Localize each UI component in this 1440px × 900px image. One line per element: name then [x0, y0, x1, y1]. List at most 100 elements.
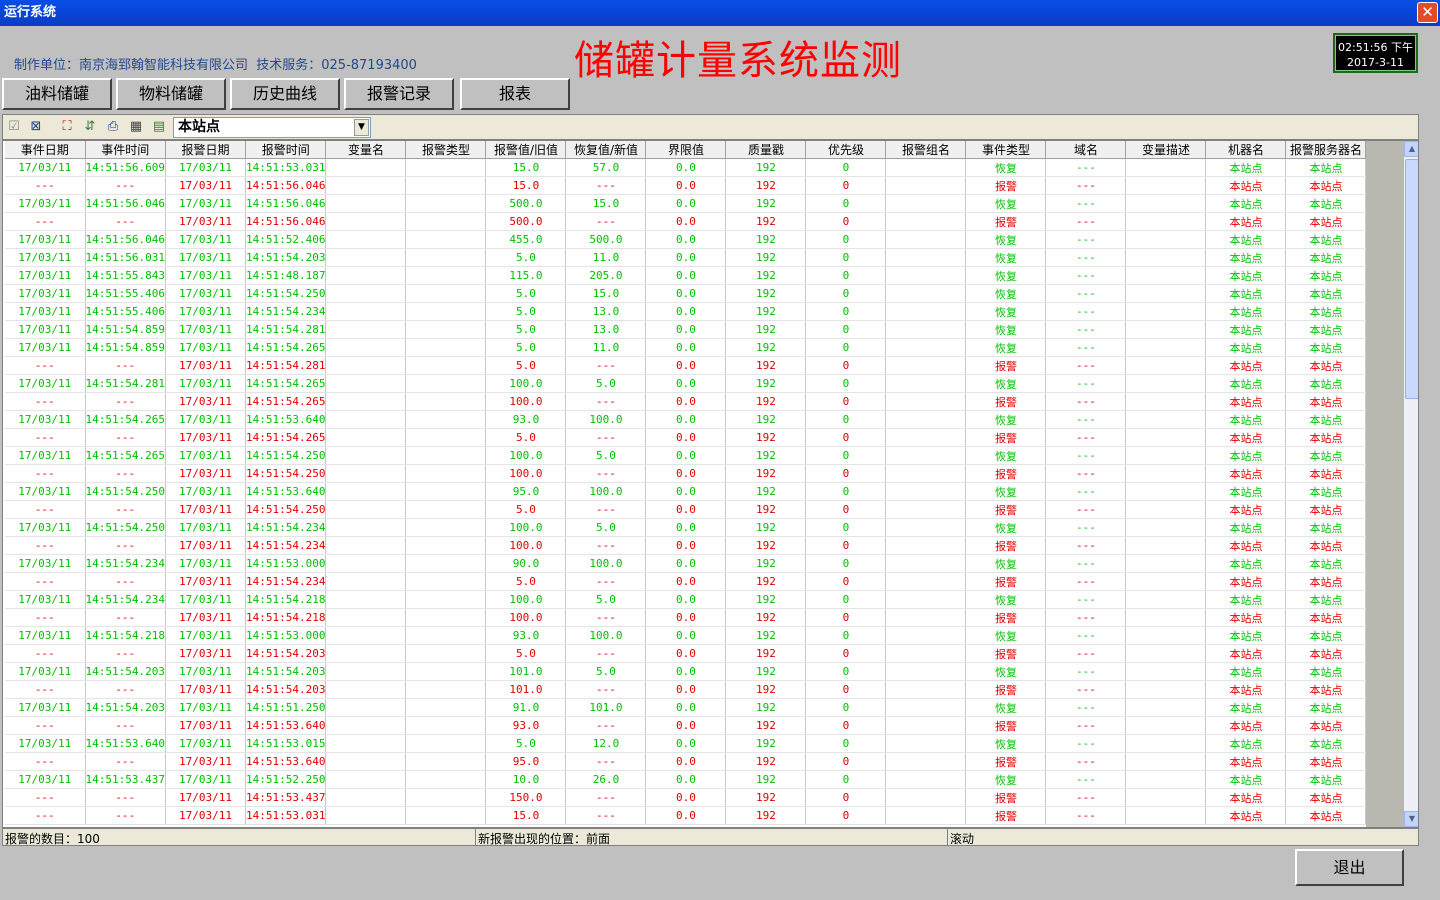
table-row[interactable]: 17/03/11 14:51:54.203 17/03/11 14:51:54.203…	[5, 662, 1367, 681]
column-header[interactable]: 质量戳	[725, 141, 807, 159]
table-cell	[325, 554, 407, 573]
table-cell: 0	[805, 212, 887, 231]
table-cell	[1125, 608, 1207, 627]
tab-history-curve[interactable]: 历史曲线	[230, 78, 340, 110]
table-row[interactable]: --- --- 17/03/11 14:51:54.265 100.0 --- 0.0 192…	[5, 392, 1367, 411]
column-header[interactable]: 变量描述	[1125, 141, 1207, 159]
table-row[interactable]: --- --- 17/03/11 14:51:54.234 100.0 --- 0.0 192…	[5, 536, 1367, 555]
table-row[interactable]: 17/03/11 14:51:54.250 17/03/11 14:51:53.640…	[5, 482, 1367, 501]
filter-icon[interactable]: ⛶	[59, 119, 75, 135]
table-row[interactable]: --- --- 17/03/11 14:51:54.203 101.0 --- 0.0 192…	[5, 680, 1367, 699]
table-cell: 0	[805, 518, 887, 537]
table-cell: 192	[725, 806, 807, 825]
table-row[interactable]: --- --- 17/03/11 14:51:54.218 100.0 --- 0.0 192…	[5, 608, 1367, 627]
tab-alarm-records[interactable]: 报警记录	[344, 78, 454, 110]
table-row[interactable]: 17/03/11 14:51:56.046 17/03/11 14:51:52.406…	[5, 230, 1367, 249]
scroll-up-icon[interactable]: ▲	[1404, 141, 1418, 157]
table-row[interactable]: 17/03/11 14:51:54.234 17/03/11 14:51:54.218…	[5, 590, 1367, 609]
table-row[interactable]: 17/03/11 14:51:54.859 17/03/11 14:51:54.265…	[5, 338, 1367, 357]
table-cell: 192	[725, 230, 807, 249]
table-row[interactable]: 17/03/11 14:51:55.843 17/03/11 14:51:48.187…	[5, 266, 1367, 285]
table-row[interactable]: 17/03/11 14:51:55.406 17/03/11 14:51:54.250…	[5, 284, 1367, 303]
table-cell: 100.0	[485, 392, 567, 411]
table-row[interactable]: 17/03/11 14:51:54.859 17/03/11 14:51:54.281…	[5, 320, 1367, 339]
station-select[interactable]: 本站点 ▼	[173, 117, 371, 138]
table-row[interactable]: 17/03/11 14:51:54.203 17/03/11 14:51:51.250…	[5, 698, 1367, 717]
table-row[interactable]: 17/03/11 14:51:54.265 17/03/11 14:51:53.640…	[5, 410, 1367, 429]
table-cell: 192	[725, 284, 807, 303]
exit-button[interactable]: 退出	[1295, 849, 1404, 886]
table-row[interactable]: --- --- 17/03/11 14:51:54.281 5.0 --- 0.0 192 0 报…	[5, 356, 1367, 375]
column-header[interactable]: 报警服务器名	[1285, 141, 1367, 159]
dropdown-arrow-icon[interactable]: ▼	[354, 119, 369, 136]
column-header[interactable]: 事件类型	[965, 141, 1047, 159]
table-cell: 17/03/11	[165, 392, 246, 411]
table-row[interactable]: --- --- 17/03/11 14:51:54.265 5.0 --- 0.0 192 0 报…	[5, 428, 1367, 447]
table-row[interactable]: 17/03/11 14:51:53.640 17/03/11 14:51:53.015…	[5, 734, 1367, 753]
column-header[interactable]: 报警值/旧值	[485, 141, 567, 159]
table-row[interactable]: --- --- 17/03/11 14:51:54.203 5.0 --- 0.0 192 0 报…	[5, 644, 1367, 663]
table-row[interactable]: 17/03/11 14:51:54.281 17/03/11 14:51:54.265…	[5, 374, 1367, 393]
column-header[interactable]: 事件时间	[85, 141, 166, 159]
column-header[interactable]: 变量名	[325, 141, 407, 159]
table-row[interactable]: --- --- 17/03/11 14:51:53.437 150.0 --- 0.0 192…	[5, 788, 1367, 807]
table-row[interactable]: 17/03/11 14:51:54.234 17/03/11 14:51:53.000…	[5, 554, 1367, 573]
table-cell: 17/03/11	[165, 734, 246, 753]
column-header[interactable]: 优先级	[805, 141, 887, 159]
tab-reports[interactable]: 报表	[460, 78, 570, 110]
close-button[interactable]: ✕	[1417, 2, 1438, 23]
column-header[interactable]: 报警日期	[165, 141, 246, 159]
table-row[interactable]: 17/03/11 14:51:54.265 17/03/11 14:51:54.250…	[5, 446, 1367, 465]
table-cell: 192	[725, 248, 807, 267]
scroll-thumb[interactable]	[1405, 159, 1418, 399]
column-header[interactable]: 恢复值/新值	[565, 141, 647, 159]
table-cell: 本站点	[1285, 590, 1367, 609]
table-row[interactable]: 17/03/11 14:51:56.609 17/03/11 14:51:53.031…	[5, 158, 1367, 177]
table-cell: 14:51:52.406	[245, 230, 327, 249]
table-row[interactable]: 17/03/11 14:51:53.437 17/03/11 14:51:52.250…	[5, 770, 1367, 789]
status-scroll: 滚动	[950, 832, 975, 846]
column-header[interactable]: 域名	[1045, 141, 1127, 159]
table-row[interactable]: --- --- 17/03/11 14:51:54.250 5.0 --- 0.0 192 0 报…	[5, 500, 1367, 519]
columns-icon[interactable]: ▦	[128, 119, 144, 135]
table-row[interactable]: 17/03/11 14:51:56.031 17/03/11 14:51:54.203…	[5, 248, 1367, 267]
print-icon[interactable]: ⎙	[105, 119, 121, 135]
table-row[interactable]: --- --- 17/03/11 14:51:53.031 15.0 --- 0.0 192 0…	[5, 806, 1367, 825]
table-cell	[325, 392, 407, 411]
tab-oil-tanks[interactable]: 油料储罐	[2, 78, 112, 110]
table-cell	[1125, 356, 1207, 375]
column-header[interactable]: 事件日期	[5, 141, 86, 159]
table-row[interactable]: 17/03/11 14:51:54.218 17/03/11 14:51:53.000…	[5, 626, 1367, 645]
table-row[interactable]: --- --- 17/03/11 14:51:54.234 5.0 --- 0.0 192 0 报…	[5, 572, 1367, 591]
table-cell: 192	[725, 446, 807, 465]
table-row[interactable]: 17/03/11 14:51:54.250 17/03/11 14:51:54.234…	[5, 518, 1367, 537]
table-cell: 93.0	[485, 716, 567, 735]
vertical-scrollbar[interactable]: ▲ ▼	[1404, 141, 1418, 827]
table-cell: 本站点	[1205, 590, 1287, 609]
column-header[interactable]: 报警组名	[885, 141, 967, 159]
table-row[interactable]: --- --- 17/03/11 14:51:53.640 95.0 --- 0.0 192 0…	[5, 752, 1367, 771]
table-cell: ---	[1045, 626, 1127, 645]
clear-icon[interactable]: ⊠	[28, 119, 44, 135]
table-row[interactable]: 17/03/11 14:51:56.046 17/03/11 14:51:56.046…	[5, 194, 1367, 213]
table-cell: ---	[1045, 266, 1127, 285]
table-cell	[885, 428, 967, 447]
table-cell: 0	[805, 644, 887, 663]
table-row[interactable]: --- --- 17/03/11 14:51:54.250 100.0 --- 0.0 192…	[5, 464, 1367, 483]
table-row[interactable]: --- --- 17/03/11 14:51:56.046 500.0 --- 0.0 192…	[5, 212, 1367, 231]
table-row[interactable]: --- --- 17/03/11 14:51:53.640 93.0 --- 0.0 192 0…	[5, 716, 1367, 735]
column-header[interactable]: 界限值	[645, 141, 727, 159]
table-row[interactable]: --- --- 17/03/11 14:51:56.046 15.0 --- 0.0 192 0…	[5, 176, 1367, 195]
sort-icon[interactable]: ⇵	[82, 119, 98, 135]
table-cell: 14:51:48.187	[245, 266, 327, 285]
table-cell: ---	[1045, 428, 1127, 447]
column-header[interactable]: 机器名	[1205, 141, 1287, 159]
column-header[interactable]: 报警类型	[405, 141, 487, 159]
export-icon[interactable]: ▤	[151, 119, 167, 135]
tab-material-tanks[interactable]: 物料储罐	[116, 78, 226, 110]
confirm-icon[interactable]: ☑	[6, 119, 22, 135]
table-cell	[325, 788, 407, 807]
scroll-down-icon[interactable]: ▼	[1404, 811, 1418, 827]
column-header[interactable]: 报警时间	[245, 141, 327, 159]
table-row[interactable]: 17/03/11 14:51:55.406 17/03/11 14:51:54.234…	[5, 302, 1367, 321]
